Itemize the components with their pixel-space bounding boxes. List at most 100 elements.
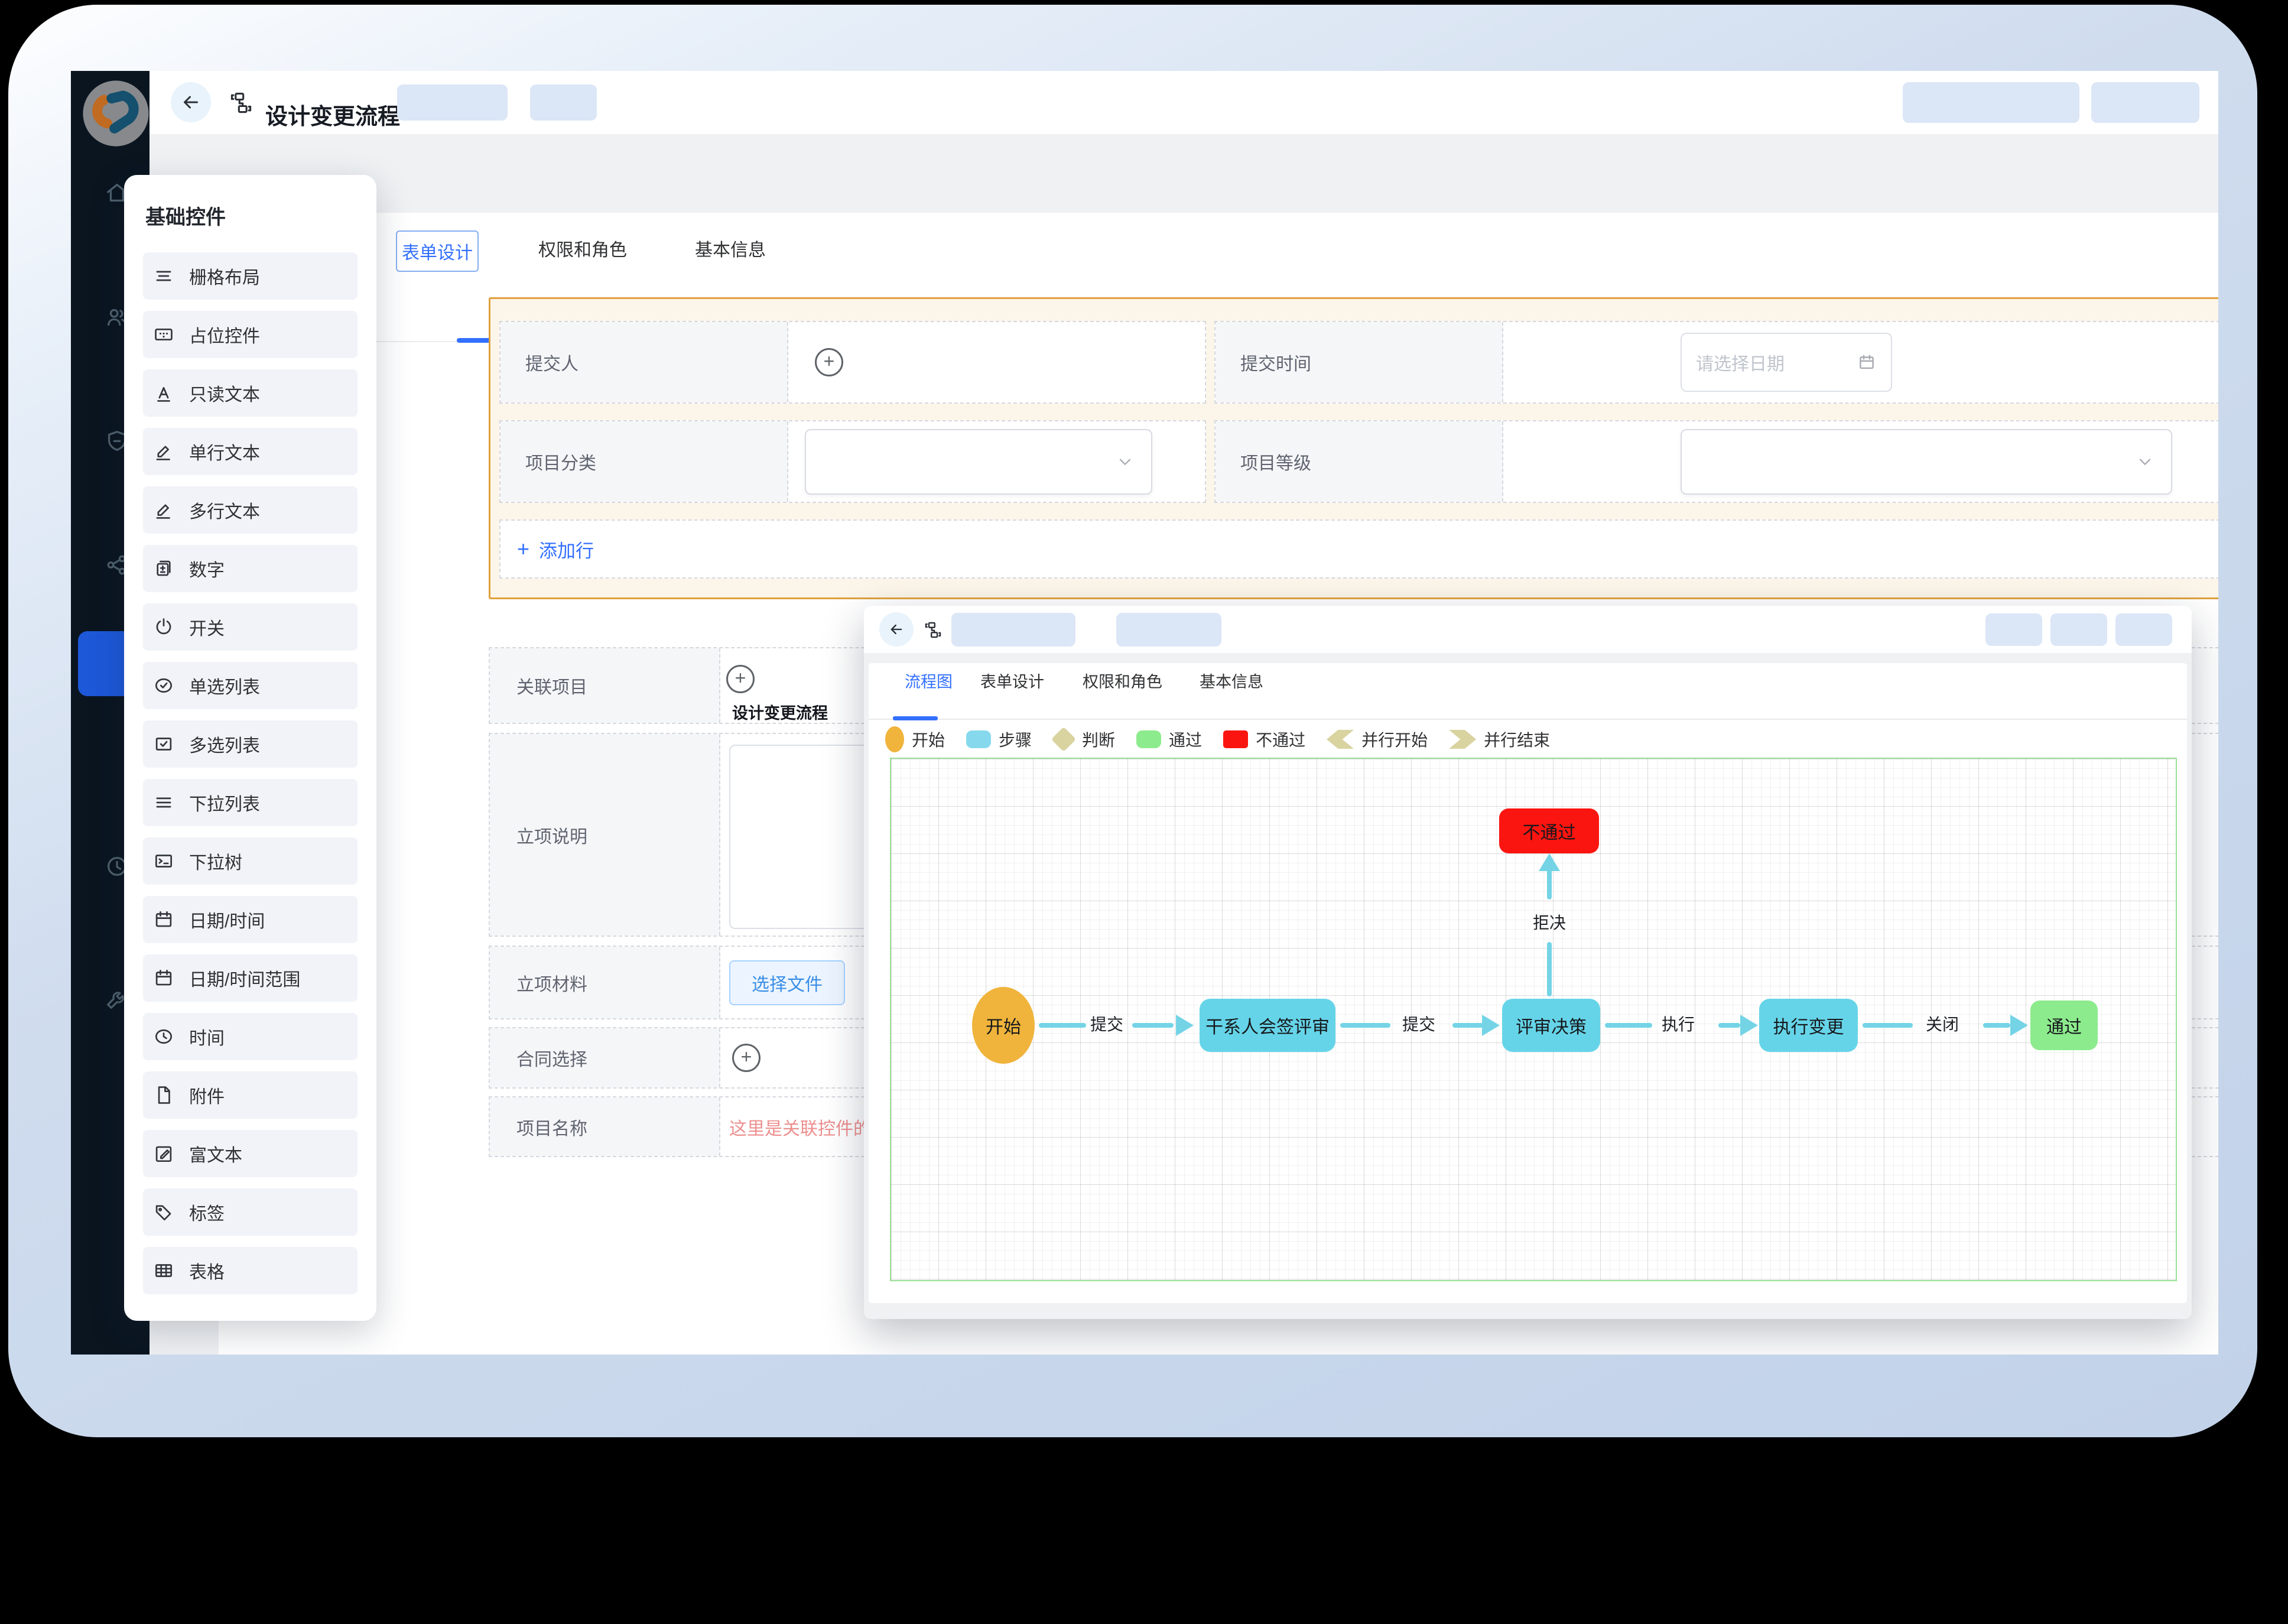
panel-item-dropdown-tree[interactable]: 下拉树 [143,837,358,885]
level-row: 项目等级 [1214,420,2218,503]
level-select[interactable] [1681,428,2172,495]
datetime-icon [152,908,175,931]
submit-time-row: 提交时间 请选择日期 [1214,321,2218,404]
tab-basic-info[interactable]: 基本信息 [695,235,766,261]
panel-item-checkbox-list[interactable]: 多选列表 [143,720,358,768]
flow-node-review-decision[interactable]: 评审决策 [1502,999,1600,1052]
overlay-tab-divider [869,719,2187,720]
legend-item: 通过 [1136,727,1202,751]
flow-node-rejected[interactable]: 不通过 [1499,808,1599,853]
panel-item-single-line-text[interactable]: 单行文本 [143,428,358,475]
single-line-text-icon [152,440,175,463]
panel-item-readonly-text[interactable]: 只读文本 [143,369,358,417]
panel-item-placeholder[interactable]: 占位控件 [143,311,358,358]
add-contract-icon[interactable] [732,1044,760,1072]
panel-item-table[interactable]: 表格 [143,1247,358,1294]
tab-form-design[interactable]: 表单设计 [396,230,479,272]
related-project-badge: 设计变更流程 [732,704,828,722]
submitter-row: 提交人 [499,321,1206,404]
tab-permissions-roles[interactable]: 权限和角色 [538,235,627,261]
overlay-action-skeleton[interactable] [1985,613,2042,646]
flow-legend: 开始 步骤 判断 通过 不通过 并行开始 并行结束 [885,726,1550,753]
panel-item-rich-text[interactable]: 富文本 [143,1130,358,1177]
dropdown-list-icon [152,791,175,814]
overlay-back-button[interactable] [879,612,914,647]
edge-line [1718,1023,1740,1028]
panel-item-radio-list[interactable]: 单选列表 [143,662,358,709]
number-icon [152,557,175,580]
legend-diamond-swatch [1051,726,1077,752]
flow-node-start[interactable]: 开始 [972,987,1035,1064]
project-material-label: 立项材料 [490,947,720,1018]
project-desc-label: 立项说明 [490,734,720,936]
table-icon [152,1259,175,1282]
checkbox-list-icon [152,733,175,755]
edge-line-vertical [1547,942,1552,996]
device-frame: 设计变更流程 流程图 表单设计 权限和角色 基本信息 提交人 [8,5,2257,1437]
arrow-right-icon [1176,1015,1194,1036]
panel-item-dropdown-list[interactable]: 下拉列表 [143,779,358,826]
grid-layout-icon [152,265,175,287]
add-row-button[interactable]: + 添加行 [517,536,594,563]
header-skeleton-button[interactable] [397,85,508,121]
date-placeholder: 请选择日期 [1696,355,1785,374]
edge-line [1863,1023,1913,1028]
grid-layout-section[interactable]: 提交人 提交时间 请选择日期 [489,297,2218,599]
controls-palette: 基础控件 栅格布局 占位控件 只读文本 单行文本 多行文本 数字 开关 单选列表 多选列表 下拉列… [124,175,376,1321]
choose-file-button[interactable]: 选择文件 [729,960,845,1005]
panel-item-multi-line-text[interactable]: 多行文本 [143,486,358,534]
time-icon [152,1025,175,1048]
edge-label-submit-1: 提交 [1090,1015,1124,1034]
arrow-right-icon [1482,1015,1500,1036]
stage: 设计变更流程 流程图 表单设计 权限和角色 基本信息 提交人 [0,0,2288,1624]
legend-ellipse-swatch [885,726,904,752]
chevron-down-icon [2136,452,2154,471]
overlay-tab-permissions-roles[interactable]: 权限和角色 [1083,669,1162,692]
contract-select-label: 合同选择 [490,1028,720,1087]
add-person-icon[interactable] [815,348,843,376]
chevron-down-icon [1116,452,1135,471]
flow-node-stakeholder-review[interactable]: 干系人会签评审 [1200,999,1335,1052]
flow-node-passed[interactable]: 通过 [2030,1001,2098,1050]
level-label: 项目等级 [1216,421,1503,502]
overlay-body: 流程图 表单设计 权限和角色 基本信息 开始 步骤 判断 通过 不通过 并行开始 并行结束 … [869,663,2187,1303]
panel-item-tag[interactable]: 标签 [143,1188,358,1236]
flow-node-execute-change[interactable]: 执行变更 [1759,999,1858,1052]
related-project-label: 关联项目 [490,648,720,723]
overlay-tab-form-design[interactable]: 表单设计 [980,669,1044,692]
app-logo [82,79,150,148]
legend-item: 并行开始 [1327,727,1428,751]
submit-time-label: 提交时间 [1216,322,1503,402]
panel-item-grid-layout[interactable]: 栅格布局 [143,252,358,300]
legend-round-rect-swatch [1136,730,1162,748]
add-link-icon[interactable] [726,665,755,693]
flow-title-icon [923,620,943,640]
panel-item-time[interactable]: 时间 [143,1013,358,1060]
edge-line [1132,1023,1174,1028]
panel-item-datetime-range[interactable]: 日期/时间范围 [143,954,358,1002]
category-label: 项目分类 [500,421,788,502]
header-action-skeleton[interactable] [1903,82,2079,123]
header-skeleton-button[interactable] [530,85,597,121]
submitter-field[interactable] [788,322,1205,402]
panel-item-switch[interactable]: 开关 [143,603,358,651]
edge-label-reject: 拒决 [1532,914,1566,932]
overlay-action-skeleton[interactable] [2050,613,2107,646]
switch-icon [152,616,175,638]
panel-item-attachment[interactable]: 附件 [143,1071,358,1119]
rich-text-icon [152,1142,175,1165]
overlay-tab-flow-diagram[interactable]: 流程图 [905,669,953,692]
category-select[interactable] [805,428,1152,495]
arrow-right-icon [1740,1015,1758,1036]
overlay-tab-basic-info[interactable]: 基本信息 [1200,669,1263,692]
panel-item-number[interactable]: 数字 [143,545,358,592]
plus-icon: + [517,537,530,561]
header-action-skeleton[interactable] [2091,82,2199,123]
attachment-icon [152,1084,175,1106]
readonly-text-icon [152,382,175,404]
panel-item-datetime[interactable]: 日期/时间 [143,896,358,943]
back-button[interactable] [171,82,211,122]
overlay-action-skeleton[interactable] [2115,613,2172,646]
flow-editor-window: 流程图 表单设计 权限和角色 基本信息 开始 步骤 判断 通过 不通过 并行开始 并行结束 … [864,606,2192,1319]
date-input[interactable]: 请选择日期 [1681,333,1892,392]
